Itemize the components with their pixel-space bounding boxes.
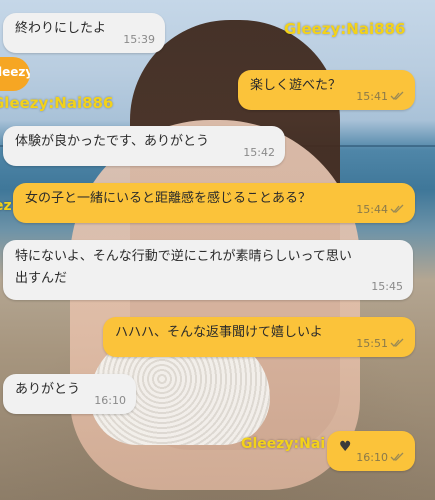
message-text: 体験が良かったです、ありがとう xyxy=(15,134,209,149)
message-time: 15:51 xyxy=(356,337,388,350)
message-time: 15:44 xyxy=(356,203,388,216)
message-time: 15:45 xyxy=(371,280,403,293)
message-time: 15:42 xyxy=(243,146,275,159)
message-time: 16:10 xyxy=(356,451,388,464)
read-ticks-icon xyxy=(390,204,404,213)
message-bubble-outgoing[interactable]: ♥ 16:10 xyxy=(327,431,415,471)
message-text-line-2: 出すんだ xyxy=(15,271,68,286)
read-ticks-icon xyxy=(390,452,404,461)
heart-icon: ♥ xyxy=(339,439,352,455)
message-bubble-incoming[interactable]: 終わりにしたよ 15:39 xyxy=(3,13,165,53)
read-ticks-icon xyxy=(390,338,404,347)
watermark-bottom: Gleezy:Nai xyxy=(241,436,326,452)
message-bubble-outgoing[interactable]: 楽しく遊べた？ 15:41 xyxy=(238,70,415,110)
message-bubble-incoming[interactable]: 体験が良かったです、ありがとう 15:42 xyxy=(3,126,285,166)
message-text: 終わりにしたよ xyxy=(15,21,107,36)
watermark-side: ez xyxy=(0,198,12,214)
message-time: 15:41 xyxy=(356,90,388,103)
message-text-line-1: 特にないよ、そんな行動で逆にこれが素晴らしいって思い xyxy=(15,249,352,264)
message-meta: 15:44 xyxy=(356,203,405,217)
message-time: 15:39 xyxy=(123,33,155,46)
message-bubble-incoming[interactable]: 特にないよ、そんな行動で逆にこれが素晴らしいって思い 出すんだ 15:45 xyxy=(3,240,413,300)
watermark-logo-text: leezy xyxy=(0,65,30,79)
read-ticks-icon xyxy=(390,91,404,100)
message-text: 楽しく遊べた？ xyxy=(250,78,342,93)
message-bubble-incoming[interactable]: ありがとう 16:10 xyxy=(3,374,136,414)
watermark-top-right: Gleezy:Nai886 xyxy=(284,20,406,38)
message-bubble-outgoing[interactable]: ハハハ、そんな返事聞けて嬉しいよ 15:51 xyxy=(103,317,415,357)
message-text: ありがとう xyxy=(15,382,81,397)
message-meta: 16:10 xyxy=(356,451,405,465)
message-meta: 15:41 xyxy=(356,90,405,104)
message-meta: 15:51 xyxy=(356,337,405,351)
message-bubble-outgoing[interactable]: 女の子と一緒にいると距離感を感じることある？ 15:44 xyxy=(13,183,415,223)
watermark-left: Gleezy:Nai886 xyxy=(0,94,114,112)
message-time: 16:10 xyxy=(94,394,126,407)
message-text: 女の子と一緒にいると距離感を感じることある？ xyxy=(25,191,312,206)
message-text: ハハハ、そんな返事聞けて嬉しいよ xyxy=(115,325,323,340)
